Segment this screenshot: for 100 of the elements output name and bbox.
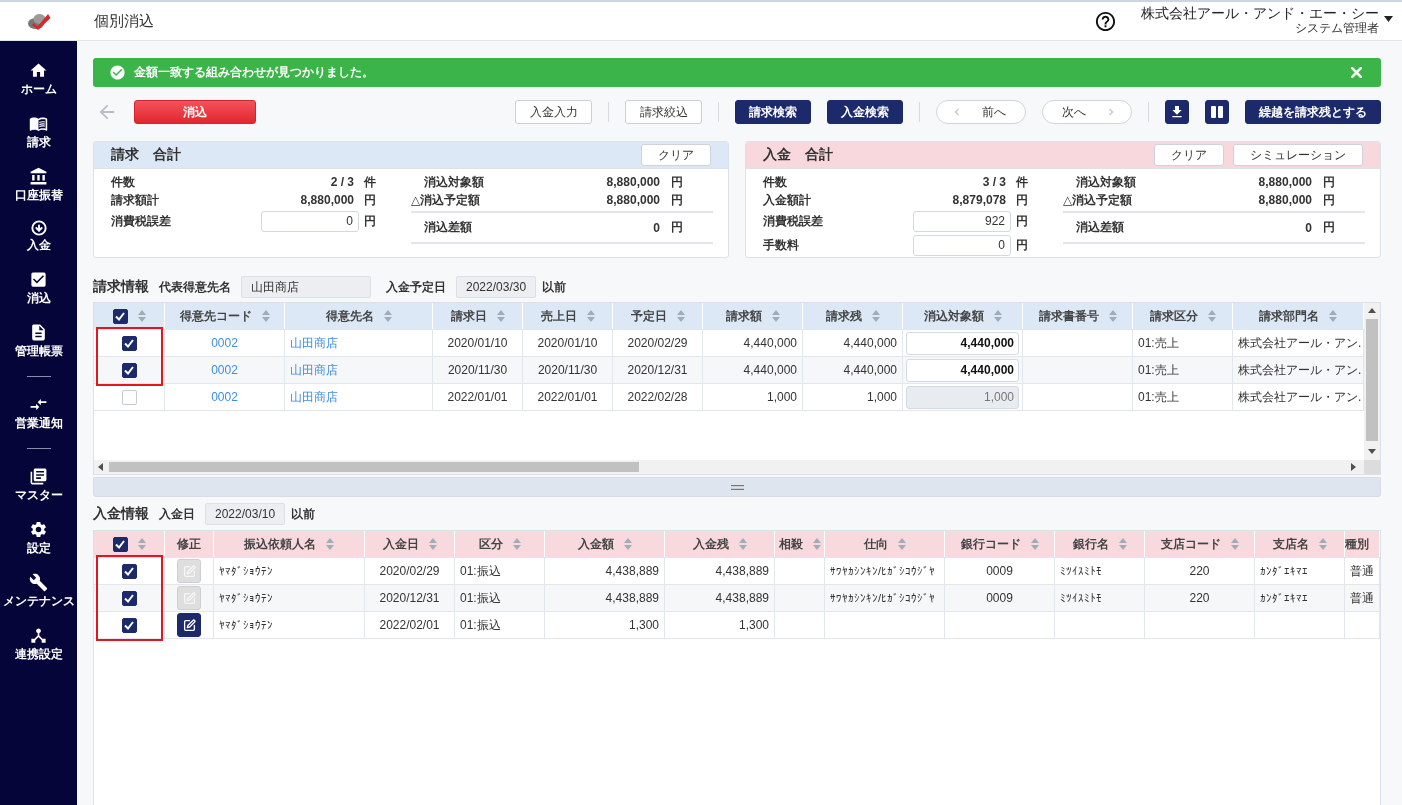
panel-button[interactable]: シミュレーション <box>1233 144 1363 166</box>
nav-item[interactable]: 設定 <box>0 511 77 564</box>
column-header[interactable]: 予定日 <box>613 303 703 329</box>
nav-item[interactable]: 入金 <box>0 211 77 261</box>
amount-input[interactable]: 4,440,000 <box>906 331 1019 355</box>
column-header[interactable]: 区分 <box>455 531 545 557</box>
toolbar-button[interactable]: 請求絞込 <box>625 100 702 124</box>
column-header[interactable]: 銀行コード <box>945 531 1055 557</box>
nav-item[interactable]: メンテナンス <box>0 564 77 617</box>
column-header[interactable]: 相殺 <box>775 531 825 557</box>
sort-icon[interactable] <box>771 310 780 322</box>
execute-button[interactable]: 消込 <box>134 100 256 124</box>
date-field[interactable]: 2022/03/10 <box>205 503 285 525</box>
scrollbar-thumb[interactable] <box>109 462 639 472</box>
nav-item[interactable]: 営業通知 <box>0 386 77 439</box>
column-header[interactable]: 入金額 <box>545 531 665 557</box>
sort-icon[interactable] <box>1030 538 1039 550</box>
date-field[interactable]: 2022/03/30 <box>456 276 536 298</box>
checkbox[interactable] <box>121 335 137 351</box>
nav-item[interactable]: 口座振替 <box>0 158 77 211</box>
checkbox[interactable] <box>121 362 137 378</box>
nav-item[interactable]: 連携設定 <box>0 617 77 670</box>
nav-item[interactable]: ホーム <box>0 52 77 105</box>
checkbox[interactable] <box>112 308 128 324</box>
nav-item[interactable]: 請求 <box>0 105 77 158</box>
sort-icon[interactable] <box>993 310 1002 322</box>
columns-button[interactable] <box>1205 100 1229 124</box>
number-input[interactable]: 0 <box>913 234 1011 256</box>
column-header[interactable]: 種別 <box>1345 531 1380 557</box>
panel-button[interactable]: クリア <box>641 144 711 166</box>
cell-link[interactable]: 0002 <box>211 336 238 350</box>
sort-icon[interactable] <box>1108 310 1117 322</box>
sort-icon[interactable] <box>326 538 334 550</box>
checkbox[interactable] <box>121 617 137 633</box>
cell-link[interactable]: 山田商店 <box>290 388 338 406</box>
download-button[interactable] <box>1165 100 1189 124</box>
number-input[interactable]: 0 <box>261 210 359 232</box>
sort-icon[interactable] <box>871 310 880 322</box>
scrollbar-thumb[interactable] <box>1366 319 1378 441</box>
column-header[interactable]: 売上日 <box>523 303 613 329</box>
column-header[interactable]: 修正 <box>165 531 214 557</box>
toolbar-button[interactable]: 繰越を請求残とする <box>1245 100 1381 124</box>
close-icon[interactable] <box>1351 67 1362 78</box>
scroll-arrow-icon[interactable] <box>1368 308 1376 313</box>
sort-icon[interactable] <box>738 538 747 550</box>
sort-icon[interactable] <box>1118 538 1127 550</box>
previous-button[interactable]: 前へ <box>936 100 1026 124</box>
column-header[interactable]: 消込対象額 <box>903 303 1023 329</box>
sort-icon[interactable] <box>1318 538 1327 550</box>
amount-input[interactable]: 4,440,000 <box>906 358 1019 382</box>
sort-icon[interactable] <box>623 538 632 550</box>
sort-icon[interactable] <box>428 538 437 550</box>
help-icon[interactable] <box>1094 9 1117 33</box>
vertical-scrollbar[interactable] <box>1364 303 1380 460</box>
column-header[interactable]: 請求残 <box>803 303 903 329</box>
name-field[interactable]: 山田商店 <box>241 276 371 298</box>
toolbar-button[interactable]: 入金入力 <box>515 100 592 124</box>
sort-icon[interactable] <box>812 538 821 550</box>
scroll-arrow-icon[interactable] <box>1351 463 1356 471</box>
column-header[interactable]: 仕向 <box>825 531 945 557</box>
checkbox[interactable] <box>121 563 137 579</box>
sort-icon[interactable] <box>512 538 521 550</box>
column-header[interactable]: 請求書番号 <box>1023 303 1133 329</box>
sort-icon[interactable] <box>1230 538 1239 550</box>
cell-link[interactable]: 0002 <box>211 390 238 404</box>
column-header[interactable]: 支店名 <box>1255 531 1345 557</box>
column-header[interactable]: 請求額 <box>703 303 803 329</box>
sort-icon[interactable] <box>897 538 906 550</box>
toolbar-button[interactable]: 入金検索 <box>827 100 903 124</box>
amount-input[interactable]: 1,000 <box>906 385 1019 409</box>
next-button[interactable]: 次へ <box>1042 100 1132 124</box>
nav-item[interactable]: 管理帳票 <box>0 314 77 367</box>
number-input[interactable]: 922 <box>913 210 1011 232</box>
nav-item[interactable]: 消込 <box>0 261 77 314</box>
sort-icon[interactable] <box>1207 310 1216 322</box>
column-header[interactable]: 得意先名 <box>285 303 433 329</box>
sort-icon[interactable] <box>496 310 505 322</box>
sort-icon[interactable] <box>586 310 595 322</box>
sort-icon[interactable] <box>137 310 146 322</box>
column-header[interactable]: 入金残 <box>665 531 775 557</box>
caret-icon[interactable] <box>1384 16 1393 22</box>
sort-icon[interactable] <box>1329 310 1337 322</box>
sort-icon[interactable] <box>383 310 392 322</box>
column-header[interactable]: 振込依頼人名 <box>214 531 365 557</box>
checkbox[interactable] <box>121 590 137 606</box>
sort-icon[interactable] <box>137 538 146 550</box>
edit-button[interactable] <box>177 613 201 637</box>
column-header[interactable]: 請求日 <box>433 303 523 329</box>
column-header[interactable]: 銀行名 <box>1055 531 1145 557</box>
cell-link[interactable]: 山田商店 <box>290 334 338 352</box>
column-header[interactable]: 入金日 <box>365 531 455 557</box>
toolbar-button[interactable]: 請求検索 <box>735 100 811 124</box>
sort-icon[interactable] <box>676 310 685 322</box>
sort-icon[interactable] <box>261 310 270 322</box>
column-header[interactable]: 支店コード <box>1145 531 1255 557</box>
panel-button[interactable]: クリア <box>1154 144 1224 166</box>
scroll-arrow-icon[interactable] <box>1368 449 1376 454</box>
nav-item[interactable]: マスター <box>0 458 77 511</box>
column-header[interactable]: 得意先コード <box>165 303 285 329</box>
splitter-bar[interactable] <box>93 477 1381 497</box>
